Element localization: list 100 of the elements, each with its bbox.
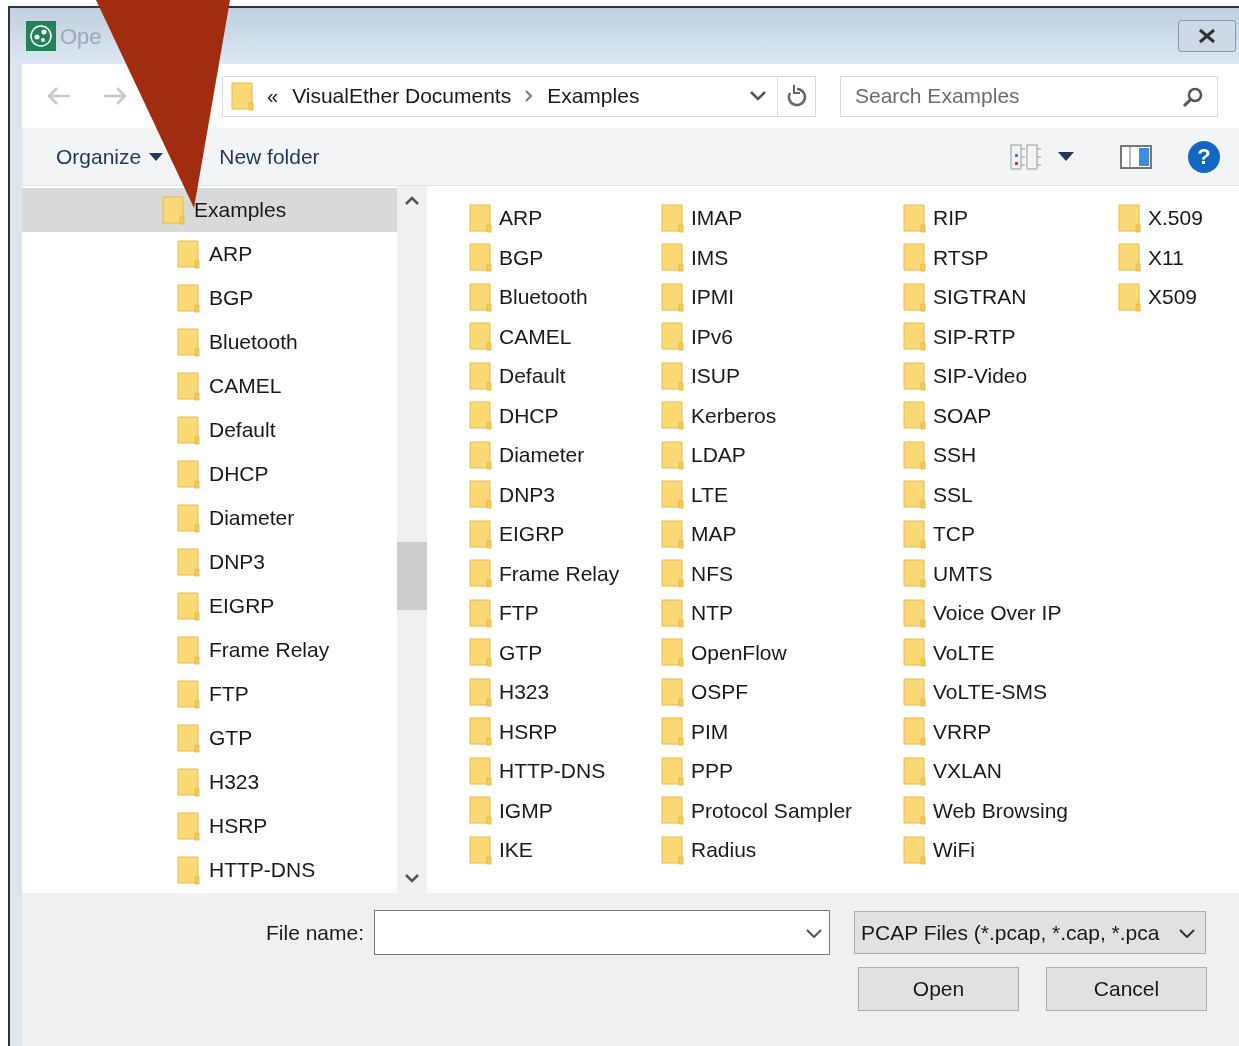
- tree-item[interactable]: HSRP: [22, 804, 397, 848]
- folder-item[interactable]: MAP: [661, 514, 903, 554]
- chevron-down-icon[interactable]: [749, 90, 767, 102]
- tree-item[interactable]: CAMEL: [22, 364, 397, 408]
- folder-icon: [469, 676, 493, 707]
- folder-item[interactable]: GTP: [469, 632, 661, 672]
- folder-item[interactable]: HSRP: [469, 711, 661, 751]
- folder-item[interactable]: X11: [1118, 237, 1238, 277]
- folder-item[interactable]: SOAP: [903, 395, 1118, 435]
- folder-item[interactable]: LDAP: [661, 435, 903, 475]
- tree-item[interactable]: Examples: [22, 188, 397, 232]
- folder-item[interactable]: IGMP: [469, 790, 661, 830]
- folder-item[interactable]: VXLAN: [903, 751, 1118, 791]
- folder-item[interactable]: VoLTE: [903, 632, 1118, 672]
- folder-item[interactable]: ISUP: [661, 356, 903, 396]
- folder-item[interactable]: DHCP: [469, 395, 661, 435]
- preview-pane-icon[interactable]: [1120, 144, 1152, 169]
- folder-item[interactable]: PIM: [661, 711, 903, 751]
- folder-item[interactable]: OSPF: [661, 672, 903, 712]
- folder-item[interactable]: IMAP: [661, 198, 903, 238]
- tree-item[interactable]: EIGRP: [22, 584, 397, 628]
- close-button[interactable]: [1178, 20, 1236, 52]
- folder-item[interactable]: Web Browsing: [903, 790, 1118, 830]
- tree-item[interactable]: ARP: [22, 232, 397, 276]
- folder-item[interactable]: Protocol Sampler: [661, 790, 903, 830]
- folder-item[interactable]: VRRP: [903, 711, 1118, 751]
- folder-item[interactable]: RIP: [903, 198, 1118, 238]
- caret-icon[interactable]: [1058, 152, 1074, 161]
- folder-item[interactable]: Bluetooth: [469, 277, 661, 317]
- folder-icon: [469, 597, 493, 628]
- folder-item[interactable]: Diameter: [469, 435, 661, 475]
- new-folder-button[interactable]: New folder: [219, 140, 320, 173]
- folder-item[interactable]: FTP: [469, 593, 661, 633]
- folder-icon: [661, 676, 685, 707]
- folder-item[interactable]: H323: [469, 672, 661, 712]
- folder-item[interactable]: EIGRP: [469, 514, 661, 554]
- breadcrumb-overflow[interactable]: «: [267, 81, 279, 111]
- address-bar[interactable]: « VisualEther Documents Examples: [222, 75, 816, 117]
- folder-item[interactable]: TCP: [903, 514, 1118, 554]
- folder-item[interactable]: SIP-Video: [903, 356, 1118, 396]
- folder-item[interactable]: NTP: [661, 593, 903, 633]
- folder-item[interactable]: SIGTRAN: [903, 277, 1118, 317]
- tree-item[interactable]: HTTP-DNS: [22, 848, 397, 892]
- folder-item[interactable]: WiFi: [903, 830, 1118, 870]
- folder-item[interactable]: IMS: [661, 237, 903, 277]
- chevron-down-icon[interactable]: [806, 928, 823, 938]
- search-field[interactable]: Search Examples: [840, 75, 1218, 117]
- refresh-icon[interactable]: [786, 85, 807, 107]
- tree-item[interactable]: FTP: [22, 672, 397, 716]
- folder-item[interactable]: NFS: [661, 553, 903, 593]
- folder-item[interactable]: UMTS: [903, 553, 1118, 593]
- folder-item[interactable]: SSL: [903, 474, 1118, 514]
- open-button[interactable]: Open: [858, 967, 1019, 1011]
- breadcrumb-item[interactable]: VisualEther Documents: [292, 80, 512, 112]
- file-name-field[interactable]: [374, 910, 831, 955]
- caret-icon: [149, 152, 164, 161]
- folder-item[interactable]: SIP-RTP: [903, 316, 1118, 356]
- folder-item[interactable]: Frame Relay: [469, 553, 661, 593]
- folder-item[interactable]: IPMI: [661, 277, 903, 317]
- tree-item[interactable]: Default: [22, 408, 397, 452]
- folder-item[interactable]: VoLTE-SMS: [903, 672, 1118, 712]
- folder-item[interactable]: ARP: [469, 198, 661, 238]
- cancel-button[interactable]: Cancel: [1046, 967, 1207, 1011]
- folder-item[interactable]: X.509: [1118, 198, 1238, 238]
- tree-item[interactable]: GTP: [22, 716, 397, 760]
- breadcrumb-item[interactable]: Examples: [547, 80, 640, 112]
- tree-item[interactable]: Frame Relay: [22, 628, 397, 672]
- scroll-thumb[interactable]: [397, 542, 427, 610]
- folder-item[interactable]: BGP: [469, 237, 661, 277]
- tree-item[interactable]: DNP3: [22, 540, 397, 584]
- folder-item[interactable]: X509: [1118, 277, 1238, 317]
- tree-item[interactable]: Diameter: [22, 496, 397, 540]
- scroll-down-icon[interactable]: [405, 873, 419, 883]
- view-options-icon[interactable]: [1010, 143, 1042, 170]
- folder-item[interactable]: LTE: [661, 474, 903, 514]
- folder-item[interactable]: CAMEL: [469, 316, 661, 356]
- tree-item[interactable]: DHCP: [22, 452, 397, 496]
- folder-item[interactable]: Voice Over IP: [903, 593, 1118, 633]
- scrollbar[interactable]: [397, 186, 427, 893]
- folder-item[interactable]: PPP: [661, 751, 903, 791]
- folder-item[interactable]: IKE: [469, 830, 661, 870]
- folder-item[interactable]: RTSP: [903, 237, 1118, 277]
- help-button[interactable]: ?: [1188, 140, 1220, 173]
- tree-item[interactable]: H323: [22, 760, 397, 804]
- folder-icon: [903, 597, 927, 628]
- tree-item[interactable]: Bluetooth: [22, 320, 397, 364]
- folder-item[interactable]: Default: [469, 356, 661, 396]
- search-icon: [1182, 85, 1204, 108]
- scroll-up-icon[interactable]: [405, 196, 419, 206]
- folder-item[interactable]: OpenFlow: [661, 632, 903, 672]
- folder-item[interactable]: DNP3: [469, 474, 661, 514]
- folder-item[interactable]: HTTP-DNS: [469, 751, 661, 791]
- folder-item[interactable]: IPv6: [661, 316, 903, 356]
- folder-item[interactable]: Radius: [661, 830, 903, 870]
- folder-icon: [903, 242, 927, 273]
- file-type-dropdown[interactable]: PCAP Files (*.pcap, *.cap, *.pca: [854, 911, 1207, 954]
- folder-item[interactable]: Kerberos: [661, 395, 903, 435]
- organize-menu[interactable]: Organize: [56, 140, 164, 173]
- tree-item[interactable]: BGP: [22, 276, 397, 320]
- folder-item[interactable]: SSH: [903, 435, 1118, 475]
